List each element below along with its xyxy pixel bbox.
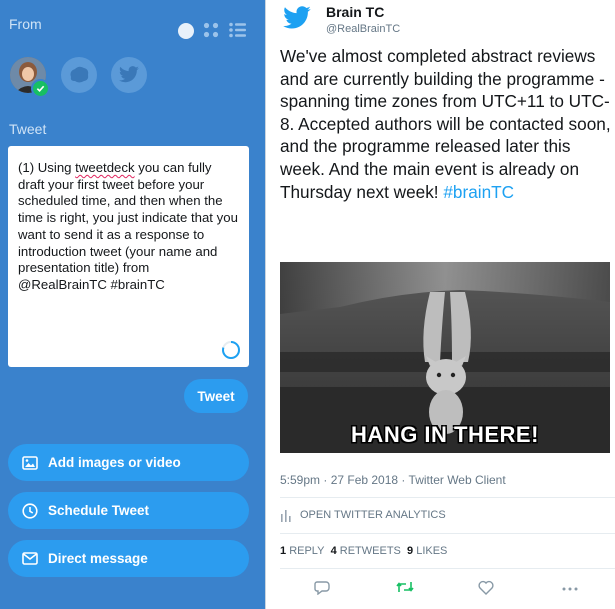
retweet-label[interactable]: RETWEETS (340, 545, 401, 557)
grid-view-icon[interactable] (203, 22, 219, 38)
tweet-compose-textarea[interactable]: (1) Using tweetdeck you can fully draft … (8, 146, 249, 367)
author-name[interactable]: Brain TC (326, 4, 384, 20)
add-images-label: Add images or video (48, 455, 181, 470)
retweet-count: 4 (330, 545, 337, 557)
analytics-label: OPEN TWITTER ANALYTICS (300, 509, 446, 521)
list-view-icon[interactable] (229, 22, 247, 38)
compose-panel: From Tweet (1) Using tweetdeck you can f… (0, 0, 265, 609)
compose-text-prefix: (1) Using (18, 160, 76, 175)
tweet-timestamp[interactable]: 5:59pm · 27 Feb 2018 · Twitter Web Clien… (280, 473, 506, 487)
like-icon[interactable] (478, 580, 494, 600)
schedule-label: Schedule Tweet (48, 503, 150, 518)
account-brain-icon[interactable] (61, 57, 97, 93)
analytics-icon (280, 508, 292, 522)
tweet-button[interactable]: Tweet (184, 379, 248, 413)
direct-message-button[interactable]: Direct message (8, 540, 249, 577)
tweet-detail: Brain TC @RealBrainTC We've almost compl… (266, 0, 615, 609)
tweet-media-gif[interactable]: HANG IN THERE! (280, 262, 610, 453)
more-options-icon[interactable] (562, 580, 578, 598)
media-caption: HANG IN THERE! (351, 422, 539, 447)
selected-check-icon (31, 79, 50, 98)
account-twitter-icon[interactable] (111, 57, 147, 93)
reply-label[interactable]: REPLY (289, 545, 324, 557)
tweet-text: We've almost completed abstract reviews … (280, 45, 615, 203)
view-toggle-dot[interactable] (178, 23, 194, 39)
reply-icon[interactable] (314, 580, 330, 600)
tweet-body: We've almost completed abstract reviews … (280, 46, 611, 202)
add-images-button[interactable]: Add images or video (8, 444, 249, 481)
envelope-icon (22, 552, 38, 565)
author-handle[interactable]: @RealBrainTC (326, 23, 400, 35)
misspelled-word: tweetdeck (75, 160, 135, 175)
from-label: From (9, 16, 42, 32)
separator (280, 568, 615, 569)
twitter-bird-icon[interactable] (282, 6, 312, 32)
separator (280, 533, 615, 534)
like-count: 9 (407, 545, 414, 557)
tweet-stats: 1 REPLY 4 RETWEETS 9 LIKES (280, 545, 447, 557)
compose-text-rest: you can fully draft your first tweet bef… (18, 160, 238, 292)
separator (280, 497, 615, 498)
character-count-ring-icon (221, 340, 241, 360)
image-icon (22, 455, 38, 470)
schedule-tweet-button[interactable]: Schedule Tweet (8, 492, 249, 529)
reply-count: 1 (280, 545, 287, 557)
tweet-label: Tweet (9, 121, 47, 137)
direct-message-label: Direct message (48, 551, 148, 566)
like-label[interactable]: LIKES (416, 545, 447, 557)
retweet-icon[interactable] (396, 580, 414, 599)
hashtag-link[interactable]: #brainTC (443, 182, 514, 202)
open-analytics-link[interactable]: OPEN TWITTER ANALYTICS (280, 508, 446, 522)
clock-icon (22, 502, 38, 519)
